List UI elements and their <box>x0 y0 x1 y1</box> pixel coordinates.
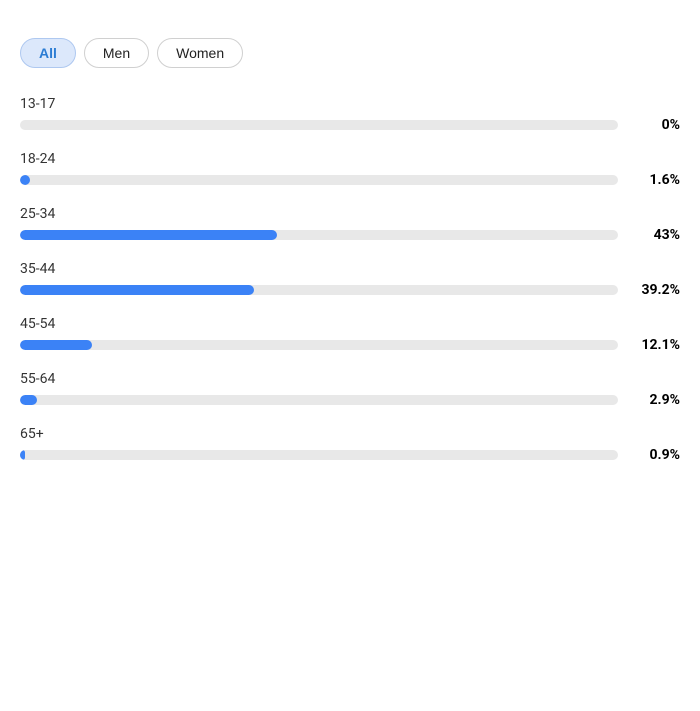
age-range-label: 45-54 <box>20 316 680 332</box>
age-row: 55-64 2.9% <box>20 371 680 408</box>
bar-fill <box>20 230 277 240</box>
bar-value: 39.2% <box>630 282 680 298</box>
bar-track <box>20 175 618 185</box>
filter-btn-women[interactable]: Women <box>157 38 243 68</box>
bar-fill <box>20 450 25 460</box>
bar-value: 12.1% <box>630 337 680 353</box>
age-range-label: 65+ <box>20 426 680 442</box>
bar-track <box>20 285 618 295</box>
age-rows-container: 13-17 0% 18-24 1.6% 25-34 43% 35-44 39.2% 45-54 1… <box>20 96 680 463</box>
bar-row: 39.2% <box>20 282 680 298</box>
bar-row: 43% <box>20 227 680 243</box>
bar-row: 0% <box>20 117 680 133</box>
bar-value: 2.9% <box>630 392 680 408</box>
age-row: 35-44 39.2% <box>20 261 680 298</box>
filter-btn-all[interactable]: All <box>20 38 76 68</box>
bar-value: 0.9% <box>630 447 680 463</box>
age-row: 45-54 12.1% <box>20 316 680 353</box>
bar-track <box>20 120 618 130</box>
bar-track <box>20 340 618 350</box>
filter-btn-men[interactable]: Men <box>84 38 149 68</box>
age-range-label: 55-64 <box>20 371 680 387</box>
age-range-label: 13-17 <box>20 96 680 112</box>
bar-row: 12.1% <box>20 337 680 353</box>
age-row: 18-24 1.6% <box>20 151 680 188</box>
bar-fill <box>20 395 37 405</box>
bar-row: 0.9% <box>20 447 680 463</box>
bar-row: 1.6% <box>20 172 680 188</box>
age-range-label: 18-24 <box>20 151 680 167</box>
bar-fill <box>20 175 30 185</box>
page-container: All Men Women 13-17 0% 18-24 1.6% 25-34 43% 35-4… <box>20 38 680 463</box>
bar-value: 1.6% <box>630 172 680 188</box>
bar-track <box>20 395 618 405</box>
bar-value: 0% <box>630 117 680 133</box>
bar-track <box>20 450 618 460</box>
age-row: 13-17 0% <box>20 96 680 133</box>
bar-fill <box>20 340 92 350</box>
age-range-label: 25-34 <box>20 206 680 222</box>
bar-fill <box>20 285 254 295</box>
age-row: 25-34 43% <box>20 206 680 243</box>
filter-buttons-group: All Men Women <box>20 38 680 68</box>
age-row: 65+ 0.9% <box>20 426 680 463</box>
bar-row: 2.9% <box>20 392 680 408</box>
bar-value: 43% <box>630 227 680 243</box>
bar-track <box>20 230 618 240</box>
age-range-label: 35-44 <box>20 261 680 277</box>
